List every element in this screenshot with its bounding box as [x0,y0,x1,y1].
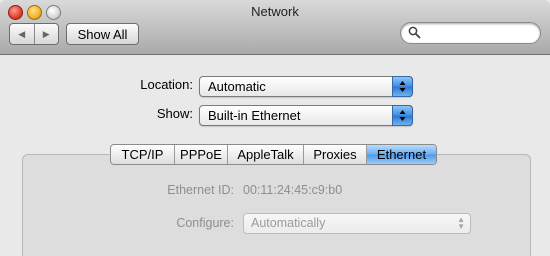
tab-tcp-ip[interactable]: TCP/IP [111,145,174,164]
tab-appletalk[interactable]: AppleTalk [227,145,303,164]
show-label: Show: [156,106,193,121]
tab-pppoe[interactable]: PPPoE [174,145,227,164]
location-value: Automatic [208,79,266,94]
popup-arrows-icon [392,76,413,97]
tab-ethernet[interactable]: Ethernet [366,145,436,164]
configure-value: Automatically [251,216,326,230]
location-label: Location: [140,77,193,92]
network-preferences-window: Network ◀ ▶ Show All Location: Automatic [0,0,550,256]
settings-tab-bar: TCP/IP PPPoE AppleTalk Proxies Ethernet [110,144,437,165]
back-button[interactable]: ◀ [10,24,34,44]
configure-label: Configure: [176,216,234,230]
back-forward-control: ◀ ▶ [9,23,59,45]
search-input[interactable] [423,25,535,42]
settings-panel [22,154,531,256]
show-all-button[interactable]: Show All [66,23,139,45]
tab-proxies[interactable]: Proxies [303,145,366,164]
search-field[interactable] [400,22,541,44]
ethernet-id-value: 00:11:24:45:c9:b0 [243,183,343,197]
location-popup[interactable]: Automatic [199,76,413,97]
popup-arrows-icon [392,105,413,126]
show-popup[interactable]: Built-in Ethernet [199,105,413,126]
search-icon [408,26,421,39]
popup-arrows-icon: ▲ ▼ [457,215,465,231]
left-arrow-icon: ◀ [18,28,26,39]
window-toolbar: Network ◀ ▶ Show All [0,0,550,55]
show-value: Built-in Ethernet [208,108,301,123]
configure-popup[interactable]: Automatically ▲ ▼ [243,213,471,234]
forward-button[interactable]: ▶ [33,24,59,44]
ethernet-id-label: Ethernet ID: [167,183,234,197]
right-arrow-icon: ▶ [42,28,50,39]
window-title: Network [251,4,299,19]
